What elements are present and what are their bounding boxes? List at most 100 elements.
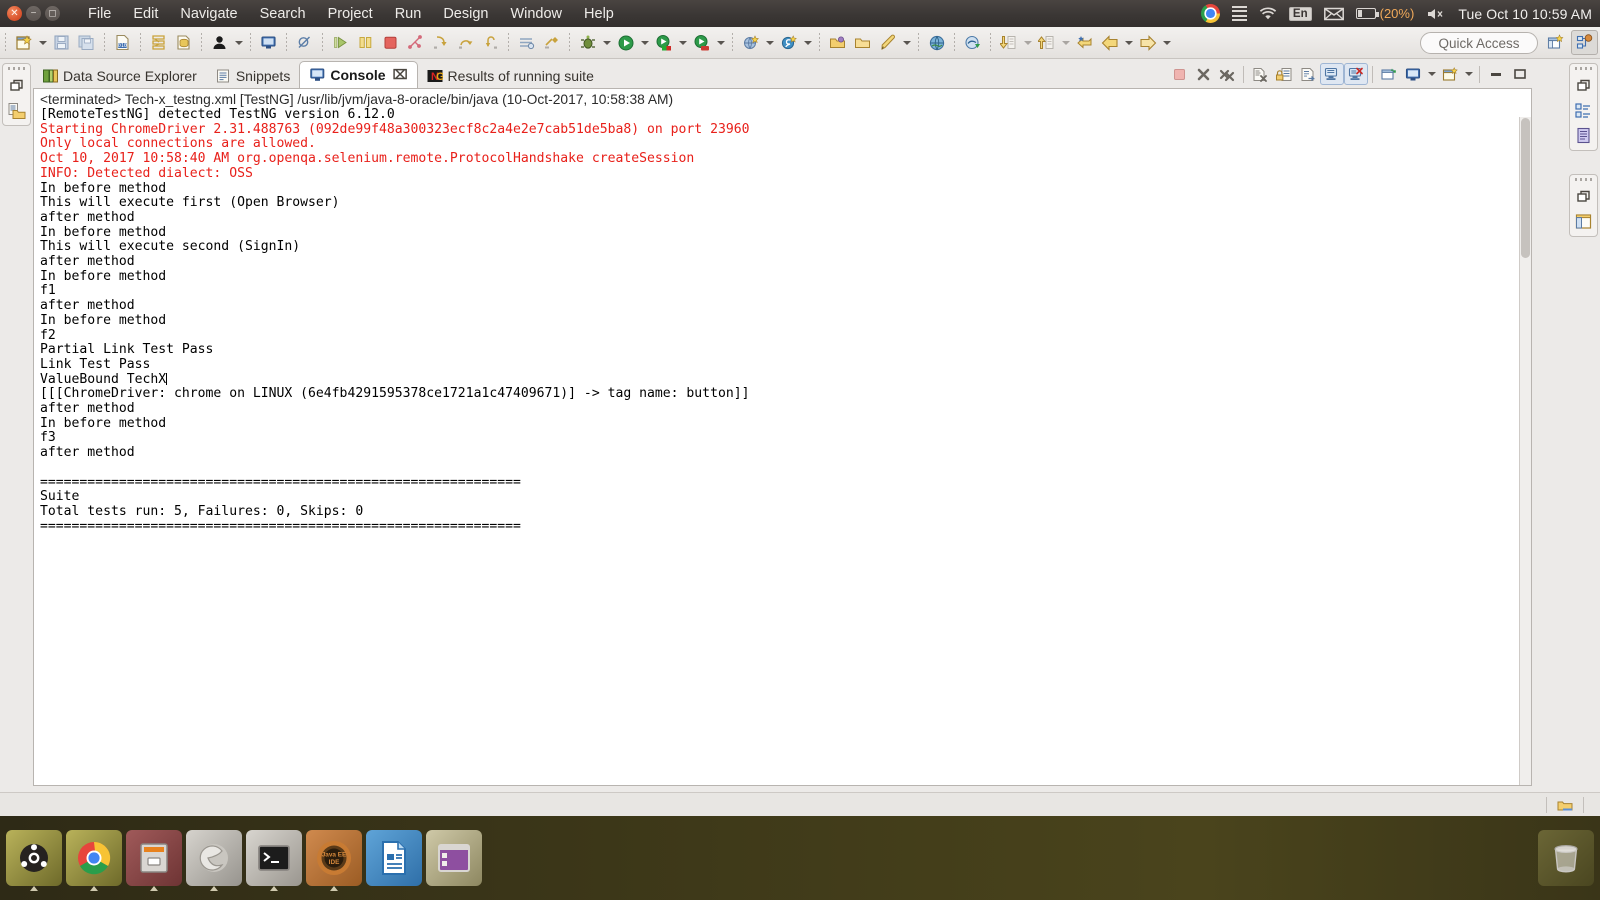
next-annotation-dropdown-icon[interactable]: [1021, 31, 1034, 55]
app-menubar[interactable]: File Edit Navigate Search Project Run De…: [77, 3, 625, 25]
back-dropdown-icon[interactable]: [1122, 31, 1135, 55]
menu-navigate[interactable]: Navigate: [169, 3, 248, 25]
debug-button[interactable]: [575, 31, 600, 55]
dock-item-google-chrome[interactable]: [66, 830, 122, 891]
word-wrap-button[interactable]: [1296, 63, 1320, 85]
step-return-button[interactable]: [478, 31, 503, 55]
open-type-button[interactable]: [514, 31, 539, 55]
menu-help[interactable]: Help: [573, 3, 625, 25]
new-wizard-button[interactable]: [11, 31, 36, 55]
remove-all-terminated-button[interactable]: [1215, 63, 1239, 85]
wifi-icon[interactable]: [1259, 6, 1277, 21]
build-all-button[interactable]: [539, 31, 564, 55]
outline-icon[interactable]: [1573, 101, 1595, 121]
run-dropdown-icon[interactable]: [638, 31, 651, 55]
last-edit-location-button[interactable]: [1072, 31, 1097, 55]
new-server-button[interactable]: [776, 31, 801, 55]
dock-item-java-ee-ide[interactable]: Java EE IDE: [306, 830, 362, 891]
skip-breakpoints-button[interactable]: [292, 31, 317, 55]
java-ee-perspective-button[interactable]: [1571, 30, 1598, 55]
save-all-button[interactable]: [74, 31, 99, 55]
coverage-button[interactable]: [651, 31, 676, 55]
remove-launch-button[interactable]: [1191, 63, 1215, 85]
battery-icon[interactable]: (20%): [1355, 6, 1414, 21]
console-scrollbar-vertical[interactable]: [1519, 117, 1531, 785]
new-sql-file-button[interactable]: 010: [110, 31, 135, 55]
minimize-view-button[interactable]: [1484, 63, 1508, 85]
previous-annotation-dropdown-icon[interactable]: [1059, 31, 1072, 55]
list-icon[interactable]: [1231, 5, 1247, 22]
dock-item-trash[interactable]: [1538, 830, 1594, 886]
open-browser-button[interactable]: [924, 31, 949, 55]
restore-icon[interactable]: [6, 76, 28, 96]
quick-access-input[interactable]: Quick Access: [1420, 32, 1538, 54]
window-controls[interactable]: ✕ − ◻: [0, 6, 67, 21]
window-maximize-icon[interactable]: ◻: [45, 6, 60, 21]
pin-console-button[interactable]: [1377, 63, 1401, 85]
menu-file[interactable]: File: [77, 3, 122, 25]
run-button[interactable]: [613, 31, 638, 55]
chrome-icon[interactable]: [1200, 4, 1220, 23]
menu-window[interactable]: Window: [499, 3, 573, 25]
menu-run[interactable]: Run: [384, 3, 433, 25]
properties-icon[interactable]: [1573, 212, 1595, 232]
resume-button[interactable]: [328, 31, 353, 55]
dock-item-eclipse[interactable]: [186, 830, 242, 891]
dock-item-ubuntu-dash[interactable]: [6, 830, 62, 891]
menu-edit[interactable]: Edit: [122, 3, 169, 25]
testng-run-button[interactable]: [960, 31, 985, 55]
window-minimize-icon[interactable]: −: [26, 6, 41, 21]
clear-console-button[interactable]: [1248, 63, 1272, 85]
build-status-icon[interactable]: [1547, 798, 1583, 812]
previous-annotation-button[interactable]: [1034, 31, 1059, 55]
suspend-button[interactable]: [353, 31, 378, 55]
open-resource-button[interactable]: [825, 31, 850, 55]
data-source-button[interactable]: [171, 31, 196, 55]
open-console-button[interactable]: [256, 31, 281, 55]
new-web-project-dropdown-icon[interactable]: [763, 31, 776, 55]
display-selected-console-button[interactable]: [1401, 63, 1425, 85]
terminate-button[interactable]: [378, 31, 403, 55]
disconnect-button[interactable]: [403, 31, 428, 55]
forward-button[interactable]: [1135, 31, 1160, 55]
menu-project[interactable]: Project: [317, 3, 384, 25]
next-annotation-button[interactable]: [996, 31, 1021, 55]
maximize-view-button[interactable]: [1508, 63, 1532, 85]
dock-item-libreoffice-writer[interactable]: [366, 830, 422, 886]
back-button[interactable]: [1097, 31, 1122, 55]
close-icon[interactable]: ⌧: [393, 67, 408, 83]
restore-icon[interactable]: [1573, 76, 1595, 96]
open-console-dropdown-icon[interactable]: [1462, 62, 1475, 86]
external-tools-dropdown-icon[interactable]: [900, 31, 913, 55]
forward-dropdown-icon[interactable]: [1160, 31, 1173, 55]
dock-item-workspace-switcher[interactable]: [426, 830, 482, 886]
profile-button[interactable]: [689, 31, 714, 55]
restore-icon[interactable]: [1573, 187, 1595, 207]
menu-design[interactable]: Design: [432, 3, 499, 25]
debug-dropdown-icon[interactable]: [600, 31, 613, 55]
console-scroll-thumb[interactable]: [1521, 118, 1530, 258]
tab-data-source-explorer[interactable]: Data Source Explorer: [33, 63, 206, 88]
keyboard-layout-indicator[interactable]: En: [1288, 6, 1312, 21]
user-profile-button[interactable]: [207, 31, 232, 55]
step-into-button[interactable]: [428, 31, 453, 55]
open-perspective-button[interactable]: [1542, 30, 1569, 55]
task-list-icon[interactable]: [1573, 126, 1595, 146]
console-output-panel[interactable]: <terminated> Tech-x_testng.xml [TestNG] …: [33, 88, 1532, 786]
fastview-grip[interactable]: [1574, 178, 1593, 181]
tab-console[interactable]: Console ⌧: [299, 61, 418, 88]
new-wizard-dropdown-icon[interactable]: [36, 31, 49, 55]
step-over-button[interactable]: [453, 31, 478, 55]
dock-item-files[interactable]: [126, 830, 182, 891]
display-selected-console-dropdown-icon[interactable]: [1425, 62, 1438, 86]
profile-dropdown-icon[interactable]: [714, 31, 727, 55]
external-tools-button[interactable]: [875, 31, 900, 55]
fastview-grip[interactable]: [1574, 67, 1593, 70]
menu-search[interactable]: Search: [249, 3, 317, 25]
sql-scrapbook-button[interactable]: [146, 31, 171, 55]
fastview-grip[interactable]: [7, 67, 26, 70]
new-server-dropdown-icon[interactable]: [801, 31, 814, 55]
open-package-button[interactable]: [850, 31, 875, 55]
dock-item-terminal[interactable]: [246, 830, 302, 891]
open-console-button[interactable]: [1438, 63, 1462, 85]
